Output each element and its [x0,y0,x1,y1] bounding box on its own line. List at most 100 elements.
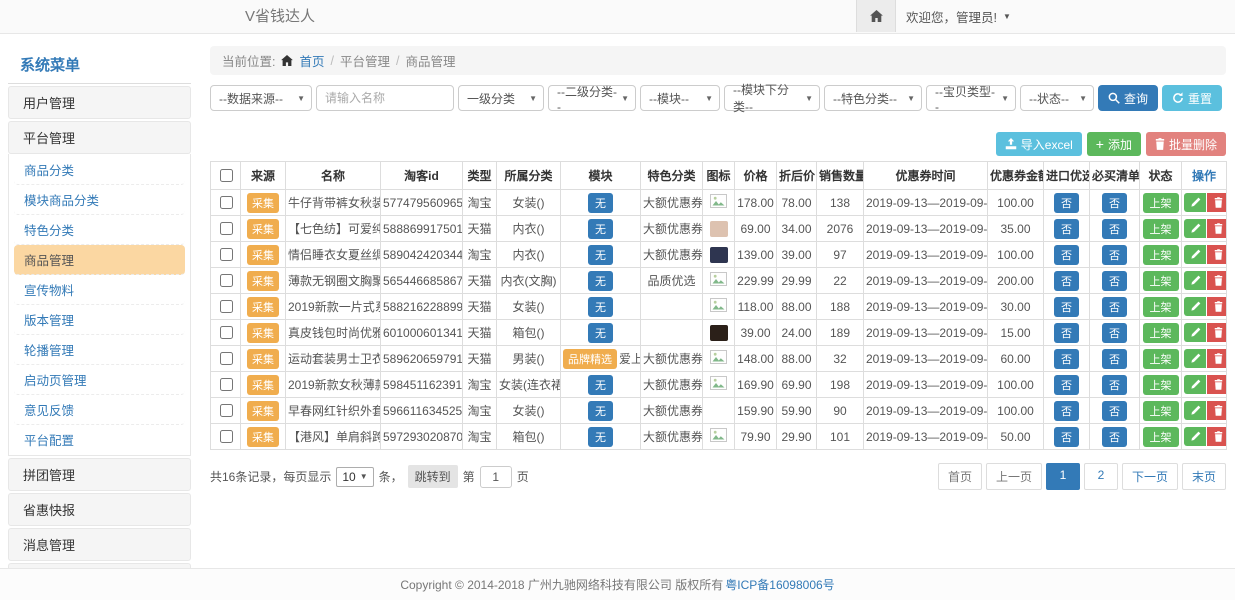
status-button[interactable]: 上架 [1143,219,1179,239]
must-buy-button[interactable]: 否 [1102,349,1127,369]
sidebar-section[interactable]: 省惠快报 [8,493,191,526]
must-buy-button[interactable]: 否 [1102,323,1127,343]
batch-delete-button[interactable]: 批量删除 [1146,132,1226,156]
status-button[interactable]: 上架 [1143,427,1179,447]
name-search-input[interactable] [316,85,454,111]
pager-button[interactable]: 1 [1046,463,1080,490]
sidebar-section[interactable]: 用户管理 [8,86,191,119]
row-checkbox[interactable] [220,326,233,339]
row-checkbox[interactable] [220,378,233,391]
edit-button[interactable] [1184,193,1206,212]
status-button[interactable]: 上架 [1143,245,1179,265]
sidebar-subitem[interactable]: 平台配置 [14,425,185,454]
must-buy-button[interactable]: 否 [1102,401,1127,421]
filter-select[interactable]: --模块--▼ [640,85,720,111]
pager-button[interactable]: 2 [1084,463,1118,490]
delete-button[interactable] [1207,349,1227,368]
delete-button[interactable] [1207,297,1227,316]
delete-button[interactable] [1207,271,1227,290]
sidebar-section[interactable]: 平台管理 [8,121,191,154]
pager-button[interactable]: 上一页 [986,463,1042,490]
pager-button[interactable]: 末页 [1182,463,1226,490]
status-button[interactable]: 上架 [1143,323,1179,343]
sidebar-subitem-active[interactable]: 商品管理 [14,245,185,275]
data-source-select[interactable]: --数据来源--▼ [210,85,312,111]
status-button[interactable]: 上架 [1143,401,1179,421]
icp-link[interactable]: 粤ICP备16098006号 [725,576,834,593]
breadcrumb-home-link[interactable]: 首页 [299,51,324,70]
delete-button[interactable] [1207,323,1227,342]
filter-select[interactable]: 一级分类▼ [458,85,544,111]
status-button[interactable]: 上架 [1143,193,1179,213]
status-button[interactable]: 上架 [1143,349,1179,369]
sidebar-subitem[interactable]: 商品分类 [14,155,185,185]
user-menu[interactable]: 欢迎您，管理员! ▼ [906,0,1011,33]
import-select-button[interactable]: 否 [1054,427,1079,447]
must-buy-button[interactable]: 否 [1102,427,1127,447]
reset-button[interactable]: 重置 [1162,85,1222,111]
select-all-checkbox[interactable] [220,169,233,182]
edit-button[interactable] [1184,375,1206,394]
import-select-button[interactable]: 否 [1054,219,1079,239]
sidebar-subitem[interactable]: 宣传物料 [14,275,185,305]
must-buy-button[interactable]: 否 [1102,271,1127,291]
import-select-button[interactable]: 否 [1054,245,1079,265]
jump-button[interactable]: 跳转到 [408,465,458,488]
row-checkbox[interactable] [220,248,233,261]
delete-button[interactable] [1207,219,1227,238]
page-number-input[interactable] [480,466,512,488]
must-buy-button[interactable]: 否 [1102,219,1127,239]
sidebar-subitem[interactable]: 轮播管理 [14,335,185,365]
import-select-button[interactable]: 否 [1054,349,1079,369]
must-buy-button[interactable]: 否 [1102,375,1127,395]
sidebar-subitem[interactable]: 意见反馈 [14,395,185,425]
sidebar-section[interactable]: 消息管理 [8,528,191,561]
edit-button[interactable] [1184,271,1206,290]
delete-button[interactable] [1207,375,1227,394]
sidebar-subitem[interactable]: 版本管理 [14,305,185,335]
must-buy-button[interactable]: 否 [1102,193,1127,213]
edit-button[interactable] [1184,323,1206,342]
row-checkbox[interactable] [220,300,233,313]
edit-button[interactable] [1184,349,1206,368]
status-button[interactable]: 上架 [1143,297,1179,317]
pager-button[interactable]: 首页 [938,463,982,490]
row-checkbox[interactable] [220,352,233,365]
edit-button[interactable] [1184,427,1206,446]
delete-button[interactable] [1207,245,1227,264]
sidebar-subitem[interactable]: 模块商品分类 [14,185,185,215]
sidebar-subitem[interactable]: 特色分类 [14,215,185,245]
row-checkbox[interactable] [220,196,233,209]
sidebar-subitem[interactable]: 启动页管理 [14,365,185,395]
status-button[interactable]: 上架 [1143,375,1179,395]
import-select-button[interactable]: 否 [1054,193,1079,213]
must-buy-button[interactable]: 否 [1102,297,1127,317]
filter-select[interactable]: --模块下分类--▼ [724,85,820,111]
breadcrumb-item[interactable]: 平台管理 [340,51,390,70]
search-button[interactable]: 查询 [1098,85,1158,111]
sidebar-section[interactable]: 拼团管理 [8,458,191,491]
must-buy-button[interactable]: 否 [1102,245,1127,265]
filter-select[interactable]: --宝贝类型--▼ [926,85,1016,111]
row-checkbox[interactable] [220,404,233,417]
import-select-button[interactable]: 否 [1054,297,1079,317]
import-excel-button[interactable]: 导入excel [996,132,1082,156]
import-select-button[interactable]: 否 [1054,271,1079,291]
edit-button[interactable] [1184,401,1206,420]
edit-button[interactable] [1184,245,1206,264]
delete-button[interactable] [1207,193,1227,212]
delete-button[interactable] [1207,401,1227,420]
edit-button[interactable] [1184,219,1206,238]
home-button[interactable] [856,0,896,32]
row-checkbox[interactable] [220,430,233,443]
add-button[interactable]: + 添加 [1087,132,1141,156]
filter-select[interactable]: --特色分类--▼ [824,85,922,111]
per-page-select[interactable]: 10 ▼ [336,467,373,487]
import-select-button[interactable]: 否 [1054,323,1079,343]
delete-button[interactable] [1207,427,1227,446]
filter-select[interactable]: --二级分类--▼ [548,85,636,111]
filter-select[interactable]: --状态--▼ [1020,85,1094,111]
row-checkbox[interactable] [220,222,233,235]
row-checkbox[interactable] [220,274,233,287]
import-select-button[interactable]: 否 [1054,375,1079,395]
